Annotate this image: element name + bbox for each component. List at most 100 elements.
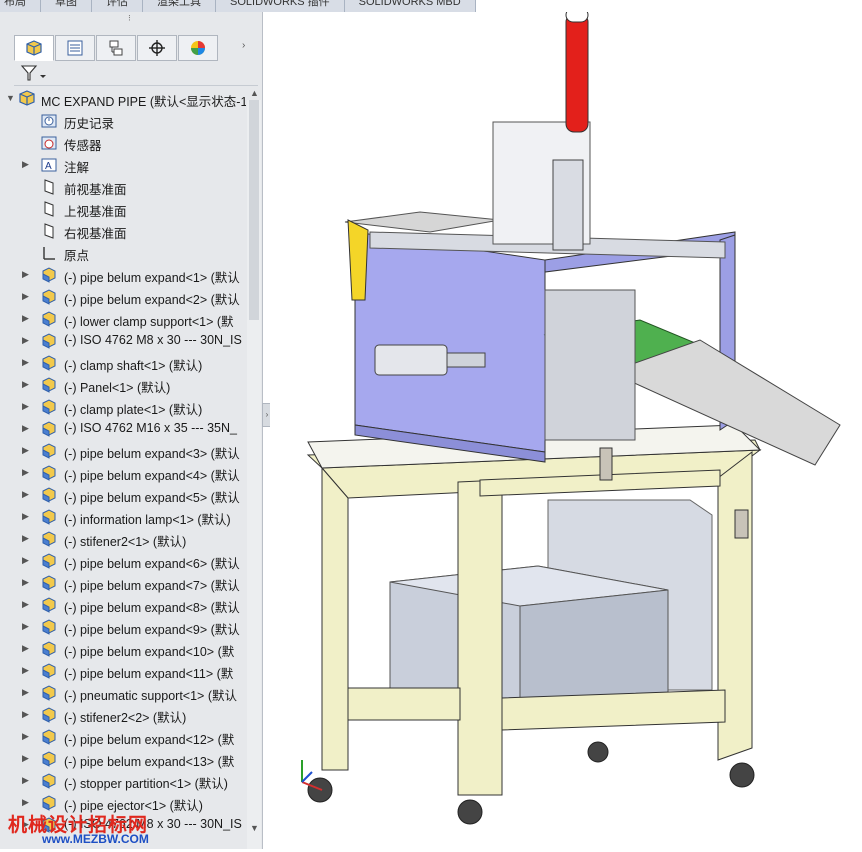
command-tab[interactable]: 评估 [92,0,143,12]
tree-component-item[interactable]: ▶ (-) pipe belum expand<6> (默认 [0,550,246,572]
expand-arrow-icon[interactable]: ▶ [22,687,29,698]
tree-feature-item[interactable]: 上视基准面 [0,198,246,220]
scroll-up-icon[interactable]: ▲ [250,88,259,98]
tree-feature-item[interactable]: ▶ A 注解 [0,154,246,176]
tab-scroll-arrows-icon[interactable]: › [242,40,245,51]
tree-scrollbar[interactable]: ▲ ▼ [247,88,261,849]
tree-component-item[interactable]: ▶ (-) pipe belum expand<9> (默认 [0,616,246,638]
command-tab[interactable]: 渲染工具 [143,0,216,12]
machine-3d-model[interactable] [270,7,862,849]
tree-item-label: (-) pneumatic support<1> (默认 [64,689,237,703]
tree-component-item[interactable]: ▶ (-) ISO 4762 M16 x 35 --- 35N_ [0,418,246,440]
part-icon [42,509,56,525]
tree-component-item[interactable]: ▶ (-) pipe belum expand<11> (默 [0,660,246,682]
expand-arrow-icon[interactable]: ▶ [22,335,29,346]
expand-arrow-icon[interactable]: ▶ [22,555,29,566]
tree-component-item[interactable]: ▶ (-) information lamp<1> (默认) [0,506,246,528]
expand-arrow-icon[interactable]: ▶ [22,775,29,786]
tree-component-item[interactable]: ▶ (-) pipe belum expand<3> (默认 [0,440,246,462]
part-icon [42,311,56,327]
command-tab[interactable]: 布局 [0,0,41,12]
tree-feature-item[interactable]: 右视基准面 [0,220,246,242]
tree-feature-item[interactable]: 历史记录 [0,110,246,132]
command-tab[interactable]: SOLIDWORKS MBD [344,0,476,12]
tree-component-item[interactable]: ▶ (-) ISO 4762 M8 x 30 --- 30N_IS [0,330,246,352]
tree-component-item[interactable]: ▶ (-) pipe belum expand<5> (默认 [0,484,246,506]
expand-arrow-icon[interactable]: ▶ [22,467,29,478]
command-tab[interactable]: SOLIDWORKS 插件 [216,0,345,12]
dimxpert-manager-tab[interactable] [137,35,177,61]
tree-item-label: (-) clamp shaft<1> (默认) [64,359,203,373]
tree-component-item[interactable]: ▶ (-) lower clamp support<1> (默 [0,308,246,330]
part-icon [42,773,56,789]
part-icon [42,465,56,481]
expand-arrow-icon[interactable]: ▶ [22,401,29,412]
tree-feature-item[interactable]: 前视基准面 [0,176,246,198]
property-manager-tab[interactable] [55,35,95,61]
separator [14,85,258,86]
graphics-viewport[interactable] [270,7,862,849]
expand-arrow-icon[interactable]: ▶ [22,709,29,720]
expand-arrow-icon[interactable]: ▶ [22,621,29,632]
history-icon [41,114,57,128]
tree-item-label: (-) stifener2<1> (默认) [64,535,187,549]
filter-button[interactable] [20,64,50,84]
tree-component-item[interactable]: ▶ (-) Panel<1> (默认) [0,374,246,396]
tree-component-item[interactable]: ▶ (-) stifener2<2> (默认) [0,704,246,726]
tree-component-item[interactable]: ▶ (-) pipe belum expand<4> (默认 [0,462,246,484]
scroll-down-icon[interactable]: ▼ [250,823,259,833]
expand-arrow-icon[interactable]: ▶ [22,665,29,676]
tree-component-item[interactable]: ▶ (-) pipe belum expand<2> (默认 [0,286,246,308]
tree-component-item[interactable]: ▶ (-) pipe belum expand<7> (默认 [0,572,246,594]
property-list-icon [67,40,83,56]
part-icon [42,553,56,569]
expand-arrow-icon[interactable]: ▶ [22,291,29,302]
configuration-manager-tab[interactable] [96,35,136,61]
feature-manager-tab[interactable] [14,35,54,61]
tree-item-label: (-) pipe belum expand<7> (默认 [64,579,240,593]
expand-arrow-icon[interactable]: ▶ [22,357,29,368]
assembly-cube-icon [26,40,42,56]
tree-component-item[interactable]: ▶ (-) pneumatic support<1> (默认 [0,682,246,704]
tree-item-label: 前视基准面 [64,183,127,197]
collapse-arrow-icon[interactable]: ▼ [6,93,15,103]
part-icon [42,267,56,283]
tree-item-label: (-) pipe belum expand<13> (默 [64,755,235,769]
scroll-thumb[interactable] [249,100,259,320]
expand-arrow-icon[interactable]: ▶ [22,379,29,390]
expand-arrow-icon[interactable]: ▶ [22,489,29,500]
expand-arrow-icon[interactable]: ▶ [22,269,29,280]
expand-arrow-icon[interactable]: ▶ [22,753,29,764]
tree-item-label: (-) pipe belum expand<3> (默认 [64,447,240,461]
tree-component-item[interactable]: ▶ (-) pipe belum expand<12> (默 [0,726,246,748]
tree-feature-item[interactable]: 传感器 [0,132,246,154]
tree-component-item[interactable]: ▶ (-) stopper partition<1> (默认) [0,770,246,792]
tree-component-item[interactable]: ▶ (-) clamp plate<1> (默认) [0,396,246,418]
expand-arrow-icon[interactable]: ▶ [22,797,29,808]
expand-arrow-icon[interactable]: ▶ [22,511,29,522]
tree-root-assembly[interactable]: ▼ MC EXPAND PIPE (默认<显示状态-1 [0,88,246,110]
expand-arrow-icon[interactable]: ▶ [22,313,29,324]
tree-component-item[interactable]: ▶ (-) pipe belum expand<1> (默认 [0,264,246,286]
expand-arrow-icon[interactable]: ▶ [22,599,29,610]
tree-item-label: (-) pipe belum expand<9> (默认 [64,623,240,637]
expand-arrow-icon[interactable]: ▶ [22,577,29,588]
tree-feature-item[interactable]: 原点 [0,242,246,264]
expand-arrow-icon[interactable]: ▶ [22,533,29,544]
expand-arrow-icon[interactable]: ▶ [22,159,29,170]
tree-item-label: 右视基准面 [64,227,127,241]
tree-component-item[interactable]: ▶ (-) pipe belum expand<8> (默认 [0,594,246,616]
expand-arrow-icon[interactable]: ▶ [22,731,29,742]
part-icon [42,377,56,393]
tree-component-item[interactable]: ▶ (-) clamp shaft<1> (默认) [0,352,246,374]
expand-arrow-icon[interactable]: ▶ [22,445,29,456]
command-tab[interactable]: 草图 [41,0,92,12]
panel-grip-icon[interactable]: ⁝ [128,14,136,23]
expand-arrow-icon[interactable]: ▶ [22,643,29,654]
expand-arrow-icon[interactable]: ▶ [22,423,29,434]
tree-component-item[interactable]: ▶ (-) pipe belum expand<13> (默 [0,748,246,770]
display-manager-tab[interactable] [178,35,218,61]
tree-component-item[interactable]: ▶ (-) stifener2<1> (默认) [0,528,246,550]
plane-icon [44,201,54,217]
tree-component-item[interactable]: ▶ (-) pipe belum expand<10> (默 [0,638,246,660]
